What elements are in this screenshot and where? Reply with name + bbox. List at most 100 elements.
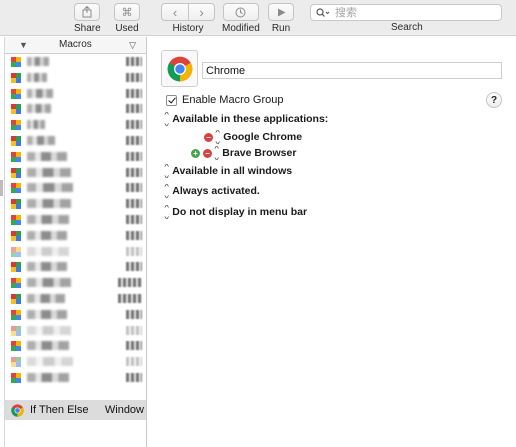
macro-group-row[interactable]: [5, 275, 146, 291]
search-input[interactable]: [335, 6, 485, 19]
macro-group-icon: [11, 120, 21, 131]
macro-group-row[interactable]: [5, 54, 146, 70]
activation-label: Always activated.: [172, 185, 260, 197]
macro-group-name-obscured: [27, 88, 53, 98]
macro-group-icon: [11, 57, 21, 67]
macro-group-icon: [11, 230, 21, 241]
macro-group-icon: [11, 135, 21, 146]
macro-group-name-obscured: [27, 120, 45, 130]
history-label: History: [172, 23, 204, 34]
filter-arrow-icon[interactable]: ▽: [129, 40, 136, 51]
available-windows-popup[interactable]: ^ ^ Available in all windows: [164, 164, 292, 178]
macro-group-count-obscured: [126, 341, 142, 351]
modified-label: Modified: [222, 23, 260, 34]
macro-group-row[interactable]: [5, 117, 146, 133]
modified-button[interactable]: [222, 3, 259, 21]
macro-group-name-obscured: [27, 357, 73, 367]
macro-group-row[interactable]: [5, 180, 146, 196]
macro-group-row[interactable]: [5, 244, 146, 260]
sidebar-header: ▼ Macros ▽: [5, 37, 146, 54]
window-edge-handle[interactable]: [0, 180, 3, 196]
macro-group-icon: [11, 246, 21, 257]
command-icon: ⌘: [121, 6, 133, 19]
history-group: ‹ › History: [161, 3, 215, 34]
used-button[interactable]: ⌘: [114, 3, 140, 21]
macro-group-row[interactable]: [5, 165, 146, 181]
macro-group-count-obscured: [126, 167, 142, 177]
share-button[interactable]: [74, 3, 101, 21]
macro-group-count-obscured: [126, 120, 142, 130]
used-group[interactable]: ⌘ Used: [114, 3, 140, 34]
macro-group-name-obscured: [27, 372, 69, 382]
enable-group-checkbox[interactable]: [166, 94, 177, 106]
menu-bar-display-popup[interactable]: ^ ^ Do not display in menu bar: [164, 205, 307, 219]
updown-icon: ^ ^: [164, 112, 169, 126]
macro-group-count-obscured: [126, 262, 142, 272]
macro-group-row[interactable]: [5, 70, 146, 86]
chrome-icon: [11, 404, 24, 417]
available-apps-label: Available in these applications:: [172, 113, 329, 125]
selected-macro-name: If Then Else: [30, 404, 89, 416]
search-icon: [316, 7, 330, 17]
macro-group-row[interactable]: [5, 307, 146, 323]
macro-group-count-obscured: [126, 135, 142, 145]
macro-group-icon: [11, 104, 21, 115]
macro-group-count-obscured: [126, 214, 142, 224]
macro-group-icon: [11, 183, 21, 194]
macro-group-count-obscured: [126, 309, 142, 319]
macro-group-name-obscured: [27, 230, 67, 240]
macro-group-count-obscured: [126, 72, 142, 82]
macro-group-row[interactable]: [5, 370, 146, 386]
macro-group-name-obscured: [27, 199, 71, 209]
run-button[interactable]: [268, 3, 294, 21]
share-icon: [82, 6, 92, 18]
macro-group-row[interactable]: [5, 259, 146, 275]
share-label: Share: [74, 23, 101, 34]
app-name-brave-browser: Brave Browser: [222, 147, 297, 159]
run-group[interactable]: Run: [268, 3, 294, 34]
updown-icon[interactable]: ^ ^: [214, 146, 219, 160]
macro-group-row[interactable]: [5, 101, 146, 117]
history-forward-button[interactable]: ›: [188, 4, 214, 20]
macro-group-name-obscured: [27, 72, 47, 82]
macro-group-row[interactable]: [5, 354, 146, 370]
selected-macro-row[interactable]: If Then Else Window: [5, 400, 146, 420]
enable-group-row[interactable]: Enable Macro Group: [166, 94, 284, 106]
share-group[interactable]: Share: [74, 3, 101, 34]
sort-arrow-icon[interactable]: ▼: [19, 40, 28, 50]
macro-group-row[interactable]: [5, 291, 146, 307]
macro-group-row[interactable]: [5, 133, 146, 149]
macro-group-row[interactable]: [5, 196, 146, 212]
updown-icon: ^ ^: [164, 164, 169, 178]
macro-group-row[interactable]: [5, 323, 146, 339]
help-button[interactable]: ?: [486, 92, 502, 108]
macro-group-icon: [11, 325, 21, 336]
app-row-google-chrome: − ^ ^ Google Chrome: [204, 130, 302, 144]
history-segment: ‹ ›: [161, 3, 215, 21]
macro-group-count-obscured: [118, 278, 142, 288]
modified-group[interactable]: Modified: [222, 3, 260, 34]
search-field[interactable]: [310, 4, 502, 21]
updown-icon[interactable]: ^ ^: [215, 130, 220, 144]
activation-popup[interactable]: ^ ^ Always activated.: [164, 184, 260, 198]
history-back-button[interactable]: ‹: [162, 4, 188, 20]
available-apps-popup[interactable]: ^ ^ Available in these applications:: [164, 112, 329, 126]
macro-group-row[interactable]: [5, 212, 146, 228]
remove-app-button[interactable]: −: [204, 132, 213, 142]
macro-group-name-obscured: [27, 309, 67, 319]
group-icon-well[interactable]: [161, 50, 198, 87]
app-row-brave-browser: + − ^ ^ Brave Browser: [191, 146, 296, 160]
remove-app-button[interactable]: −: [203, 148, 212, 158]
macro-group-row[interactable]: [5, 149, 146, 165]
macro-group-count-obscured: [126, 151, 142, 161]
add-app-button[interactable]: +: [191, 148, 200, 158]
macro-group-count-obscured: [126, 199, 142, 209]
macro-group-row[interactable]: [5, 228, 146, 244]
macro-group-row[interactable]: [5, 86, 146, 102]
macro-group-icon: [11, 214, 21, 225]
app-name-google-chrome: Google Chrome: [223, 131, 303, 143]
macro-group-icon: [11, 309, 21, 320]
macro-group-row[interactable]: [5, 338, 146, 354]
macro-group-name-obscured: [27, 167, 71, 177]
group-name-field[interactable]: [202, 62, 502, 79]
